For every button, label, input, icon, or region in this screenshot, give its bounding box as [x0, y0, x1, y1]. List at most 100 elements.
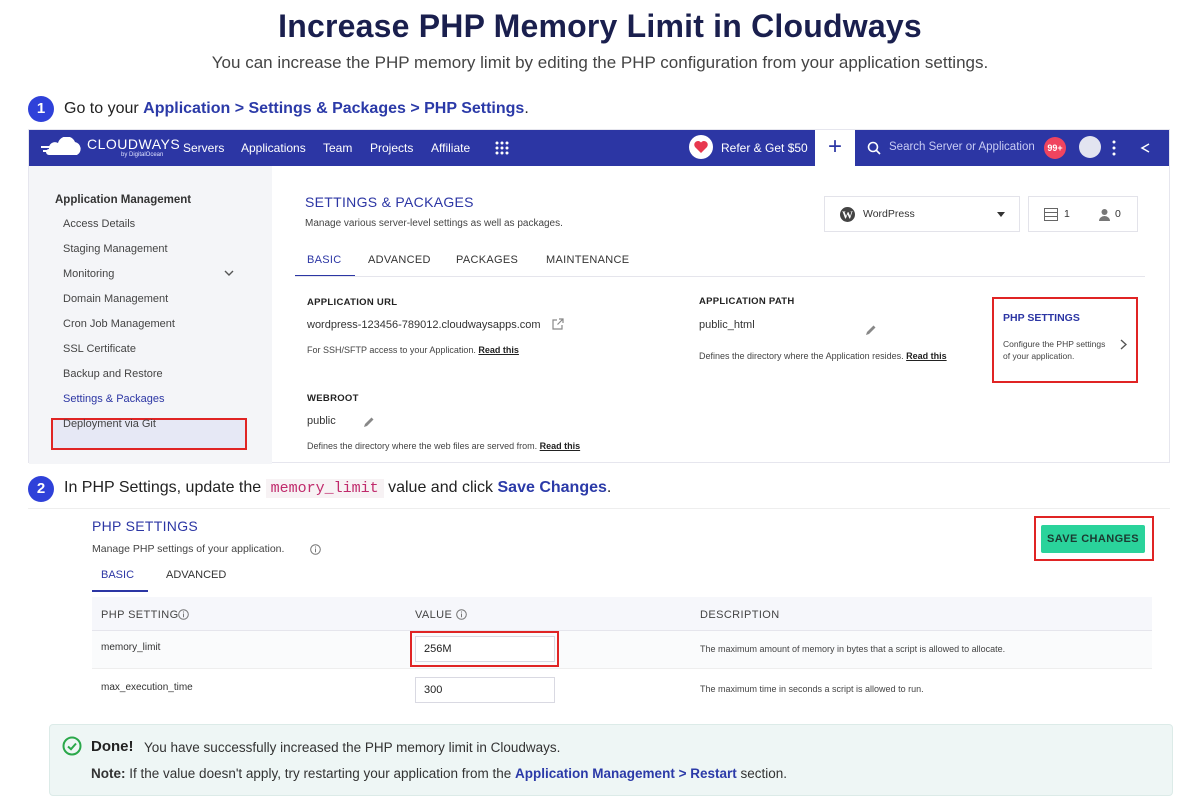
webroot-value: public — [307, 415, 336, 427]
webroot-label: WEBROOT — [307, 393, 359, 404]
step-1-text: Go to your Application > Settings & Pack… — [64, 100, 529, 118]
grid-apps-icon[interactable] — [495, 141, 509, 155]
avatar[interactable] — [1079, 136, 1101, 158]
search-input[interactable]: Search Server or Application — [889, 141, 1035, 153]
sidebar-item-deployment[interactable]: Deployment via Git — [63, 418, 156, 430]
settings-description: Manage various server-level settings as … — [305, 218, 563, 229]
app-url-label: APPLICATION URL — [307, 297, 398, 308]
col-value: VALUE — [415, 609, 453, 621]
logo-subtext: by DigitalOcean — [121, 152, 164, 158]
settings-heading: SETTINGS & PACKAGES — [305, 194, 474, 210]
wordpress-icon: W — [839, 206, 856, 223]
step-1-suffix: . — [524, 100, 529, 117]
user-icon — [1098, 208, 1111, 221]
webroot-help-text: Defines the directory where the web file… — [307, 441, 538, 451]
note-suffix: section. — [736, 766, 787, 781]
add-button[interactable]: + — [815, 130, 855, 166]
external-link-icon[interactable] — [552, 318, 564, 330]
note-prefix: If the value doesn't apply, try restarti… — [129, 766, 516, 781]
nav-affiliate[interactable]: Affiliate — [431, 141, 470, 155]
sidebar-item-staging[interactable]: Staging Management — [63, 243, 168, 255]
app-url-help: For SSH/SFTP access to your Application.… — [307, 345, 519, 355]
cloud-logo-icon[interactable] — [41, 137, 85, 159]
setting-name: max_execution_time — [101, 682, 193, 693]
tabs-divider — [295, 276, 1145, 277]
php-active-tab-underline — [92, 590, 148, 592]
more-vertical-icon[interactable] — [1111, 140, 1117, 156]
app-path-help: Defines the directory where the Applicat… — [699, 351, 947, 361]
step-1-prefix: Go to your — [64, 100, 144, 117]
step-1-badge: 1 — [28, 96, 54, 122]
app-url-value[interactable]: wordpress-123456-789012.cloudwaysapps.co… — [307, 319, 541, 331]
info-icon[interactable] — [178, 609, 189, 620]
php-card-desc-1: Configure the PHP settings — [1003, 339, 1106, 349]
nav-applications[interactable]: Applications — [241, 141, 306, 155]
info-icon[interactable] — [456, 609, 467, 620]
step-2-prefix: In PHP Settings, update the — [64, 479, 266, 496]
read-this-link-3[interactable]: Read this — [540, 441, 581, 451]
read-this-link-1[interactable]: Read this — [478, 345, 519, 355]
refer-link[interactable]: Refer & Get $50 — [721, 141, 808, 155]
col-php-setting: PHP SETTING — [101, 609, 179, 621]
php-settings-heading: PHP SETTINGS — [92, 518, 199, 534]
note-link: Application Management > Restart — [515, 766, 737, 781]
heart-icon — [689, 135, 713, 159]
nav-projects[interactable]: Projects — [370, 141, 413, 155]
cloudways-dashboard-screenshot: CLOUDWAYS by DigitalOcean Servers Applic… — [28, 129, 1170, 464]
php-settings-card[interactable]: PHP SETTINGS Configure the PHP settings … — [992, 297, 1138, 383]
webroot-help: Defines the directory where the web file… — [307, 441, 580, 451]
tab-maintenance[interactable]: MAINTENANCE — [546, 254, 629, 266]
done-note: Note: If the value doesn't apply, try re… — [91, 766, 787, 781]
memory-limit-input[interactable]: 256M — [415, 636, 555, 662]
setting-description: The maximum amount of memory in bytes th… — [700, 644, 1006, 654]
read-this-link-2[interactable]: Read this — [906, 351, 947, 361]
sidebar-item-settings-packages[interactable]: Settings & Packages — [63, 393, 165, 405]
max-execution-time-input[interactable]: 300 — [415, 677, 555, 703]
step-1-path: Application > Settings & Packages > PHP … — [143, 100, 525, 117]
sidebar-item-cron[interactable]: Cron Job Management — [63, 318, 175, 330]
edit-pencil-icon[interactable] — [865, 324, 877, 336]
app-path-help-text: Defines the directory where the Applicat… — [699, 351, 904, 361]
application-select-value: WordPress — [863, 208, 915, 220]
php-card-desc-2: of your application. — [1003, 351, 1075, 361]
logo-text[interactable]: CLOUDWAYS — [87, 136, 180, 152]
top-navbar: CLOUDWAYS by DigitalOcean Servers Applic… — [29, 130, 1169, 166]
chevron-down-icon[interactable] — [224, 270, 234, 277]
sidebar-item-monitoring[interactable]: Monitoring — [63, 268, 114, 280]
php-settings-description: Manage PHP settings of your application. — [92, 543, 285, 555]
done-message: You have successfully increased the PHP … — [144, 740, 561, 755]
nav-servers[interactable]: Servers — [183, 141, 224, 155]
page-title: Increase PHP Memory Limit in Cloudways — [278, 8, 922, 44]
chevron-right-icon — [1120, 339, 1127, 350]
tab-advanced[interactable]: ADVANCED — [368, 254, 431, 266]
tab-packages[interactable]: PACKAGES — [456, 254, 518, 266]
save-changes-button[interactable]: SAVE CHANGES — [1041, 525, 1145, 553]
app-path-label: APPLICATION PATH — [699, 296, 795, 307]
php-settings-screenshot: PHP SETTINGS Manage PHP settings of your… — [28, 508, 1170, 716]
php-tab-basic[interactable]: BASIC — [101, 569, 134, 581]
step-2-mid: value and click — [383, 479, 498, 496]
setting-name: memory_limit — [101, 642, 161, 653]
sidebar-heading: Application Management — [55, 194, 192, 206]
notification-badge[interactable]: 99+ — [1044, 137, 1066, 159]
done-callout: Done! You have successfully increased th… — [49, 724, 1173, 796]
sidebar-item-ssl[interactable]: SSL Certificate — [63, 343, 136, 355]
info-icon[interactable] — [310, 544, 321, 555]
collapse-icon[interactable] — [1139, 142, 1151, 154]
step-2-text: In PHP Settings, update the memory_limit… — [64, 479, 611, 498]
tab-basic[interactable]: BASIC — [307, 254, 342, 266]
user-count: 0 — [1115, 208, 1121, 220]
php-card-title: PHP SETTINGS — [1003, 312, 1080, 324]
php-tab-advanced[interactable]: ADVANCED — [166, 569, 226, 581]
nav-team[interactable]: Team — [323, 141, 352, 155]
page-subtitle: You can increase the PHP memory limit by… — [211, 53, 989, 72]
edit-pencil-icon[interactable] — [363, 416, 375, 428]
table-row: memory_limit 256M The maximum amount of … — [92, 631, 1152, 669]
application-select[interactable]: W WordPress — [824, 196, 1020, 232]
app-stats: 1 0 — [1028, 196, 1138, 232]
sidebar-item-domain[interactable]: Domain Management — [63, 293, 168, 305]
sidebar-item-backup[interactable]: Backup and Restore — [63, 368, 163, 380]
setting-description: The maximum time in seconds a script is … — [700, 684, 924, 694]
step-2-action: Save Changes — [497, 479, 607, 496]
sidebar-item-access-details[interactable]: Access Details — [63, 218, 135, 230]
